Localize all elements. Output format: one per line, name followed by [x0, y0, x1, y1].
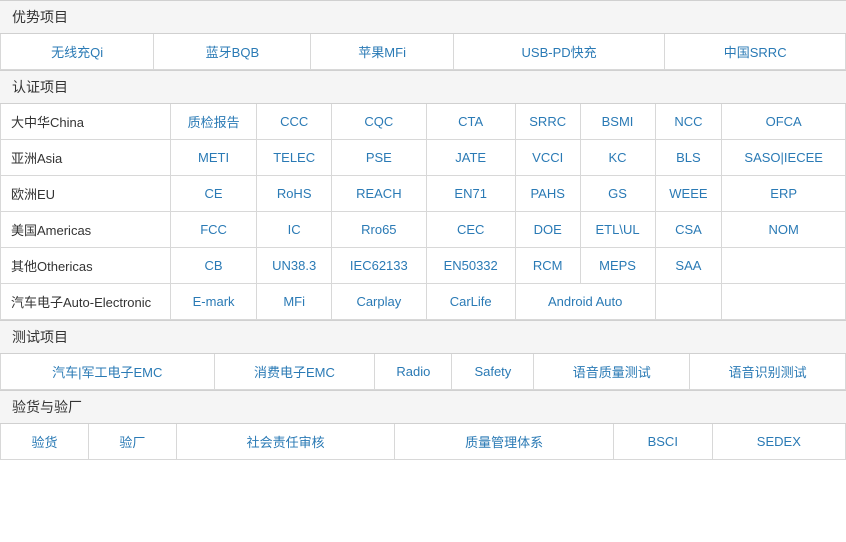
- advantages-section: 优势项目 无线充Qi 蓝牙BQB 苹果MFi USB-PD快充 中国SRRC: [0, 0, 846, 70]
- certification-title: 认证项目: [0, 70, 846, 104]
- cert-item[interactable]: NOM: [722, 212, 846, 248]
- cert-item[interactable]: NCC: [655, 104, 722, 140]
- cert-item[interactable]: PSE: [332, 140, 426, 176]
- cert-item[interactable]: SAA: [655, 248, 722, 284]
- cert-item[interactable]: MEPS: [580, 248, 655, 284]
- cert-item[interactable]: EN50332: [426, 248, 515, 284]
- cert-item[interactable]: CSA: [655, 212, 722, 248]
- cert-item[interactable]: RCM: [515, 248, 580, 284]
- cert-item[interactable]: BSMI: [580, 104, 655, 140]
- cert-item[interactable]: KC: [580, 140, 655, 176]
- cert-row-americas: 美国Americas FCC IC Rro65 CEC DOE ETL\UL C…: [1, 212, 846, 248]
- test-item-3[interactable]: Radio: [375, 354, 452, 390]
- cert-row-auto: 汽车电子Auto-Electronic E-mark MFi Carplay C…: [1, 284, 846, 320]
- cert-item: [655, 284, 722, 320]
- test-item-5[interactable]: 语音质量测试: [534, 354, 690, 390]
- cert-label-auto: 汽车电子Auto-Electronic: [1, 284, 171, 320]
- inspection-item-4[interactable]: 质量管理体系: [395, 424, 614, 460]
- cert-item[interactable]: CCC: [257, 104, 332, 140]
- cert-item[interactable]: E-mark: [171, 284, 257, 320]
- cert-row-china: 大中华China 质检报告 CCC CQC CTA SRRC BSMI NCC …: [1, 104, 846, 140]
- test-item-2[interactable]: 消费电子EMC: [214, 354, 375, 390]
- testing-section: 测试项目 汽车|军工电子EMC 消费电子EMC Radio Safety 语音质…: [0, 320, 846, 390]
- inspection-item-1[interactable]: 验货: [1, 424, 89, 460]
- inspection-item-2[interactable]: 验厂: [88, 424, 176, 460]
- cert-item[interactable]: UN38.3: [257, 248, 332, 284]
- advantage-item-5[interactable]: 中国SRRC: [665, 34, 846, 70]
- cert-item[interactable]: CTA: [426, 104, 515, 140]
- cert-item[interactable]: RoHS: [257, 176, 332, 212]
- cert-item[interactable]: ERP: [722, 176, 846, 212]
- cert-item[interactable]: GS: [580, 176, 655, 212]
- cert-label-others: 其他Othericas: [1, 248, 171, 284]
- cert-label-americas: 美国Americas: [1, 212, 171, 248]
- cert-item[interactable]: SRRC: [515, 104, 580, 140]
- cert-item[interactable]: 质检报告: [171, 104, 257, 140]
- cert-item[interactable]: JATE: [426, 140, 515, 176]
- cert-item[interactable]: SASO|IECEE: [722, 140, 846, 176]
- advantage-item-4[interactable]: USB-PD快充: [453, 34, 664, 70]
- cert-item[interactable]: WEEE: [655, 176, 722, 212]
- cert-item[interactable]: FCC: [171, 212, 257, 248]
- cert-item[interactable]: Android Auto: [515, 284, 655, 320]
- advantages-table: 无线充Qi 蓝牙BQB 苹果MFi USB-PD快充 中国SRRC: [0, 34, 846, 70]
- certification-section: 认证项目 大中华China 质检报告 CCC CQC CTA SRRC BSMI…: [0, 70, 846, 320]
- cert-item[interactable]: MFi: [257, 284, 332, 320]
- cert-row-asia: 亚洲Asia METI TELEC PSE JATE VCCI KC BLS S…: [1, 140, 846, 176]
- inspection-row: 验货 验厂 社会责任审核 质量管理体系 BSCI SEDEX: [1, 424, 846, 460]
- inspection-item-5[interactable]: BSCI: [613, 424, 712, 460]
- inspection-table: 验货 验厂 社会责任审核 质量管理体系 BSCI SEDEX: [0, 424, 846, 460]
- cert-item[interactable]: OFCA: [722, 104, 846, 140]
- cert-item: [722, 284, 846, 320]
- cert-item[interactable]: CB: [171, 248, 257, 284]
- cert-item[interactable]: PAHS: [515, 176, 580, 212]
- cert-label-asia: 亚洲Asia: [1, 140, 171, 176]
- cert-item[interactable]: CEC: [426, 212, 515, 248]
- test-item-6[interactable]: 语音识别测试: [690, 354, 846, 390]
- inspection-section: 验货与验厂 验货 验厂 社会责任审核 质量管理体系 BSCI SEDEX: [0, 390, 846, 460]
- cert-item[interactable]: VCCI: [515, 140, 580, 176]
- advantage-item-1[interactable]: 无线充Qi: [1, 34, 154, 70]
- advantage-item-2[interactable]: 蓝牙BQB: [154, 34, 311, 70]
- cert-item[interactable]: TELEC: [257, 140, 332, 176]
- cert-item[interactable]: REACH: [332, 176, 426, 212]
- cert-item[interactable]: METI: [171, 140, 257, 176]
- cert-item[interactable]: Rro65: [332, 212, 426, 248]
- testing-title: 测试项目: [0, 320, 846, 354]
- inspection-item-3[interactable]: 社会责任审核: [176, 424, 395, 460]
- testing-table: 汽车|军工电子EMC 消费电子EMC Radio Safety 语音质量测试 语…: [0, 354, 846, 390]
- advantage-item-3[interactable]: 苹果MFi: [311, 34, 453, 70]
- inspection-title: 验货与验厂: [0, 390, 846, 424]
- cert-row-eu: 欧洲EU CE RoHS REACH EN71 PAHS GS WEEE ERP: [1, 176, 846, 212]
- cert-label-eu: 欧洲EU: [1, 176, 171, 212]
- test-item-4[interactable]: Safety: [452, 354, 534, 390]
- cert-row-others: 其他Othericas CB UN38.3 IEC62133 EN50332 R…: [1, 248, 846, 284]
- inspection-item-6[interactable]: SEDEX: [712, 424, 845, 460]
- cert-item[interactable]: DOE: [515, 212, 580, 248]
- cert-item[interactable]: CE: [171, 176, 257, 212]
- cert-item: [722, 248, 846, 284]
- cert-item[interactable]: EN71: [426, 176, 515, 212]
- cert-item[interactable]: BLS: [655, 140, 722, 176]
- cert-item[interactable]: IEC62133: [332, 248, 426, 284]
- cert-item[interactable]: ETL\UL: [580, 212, 655, 248]
- test-item-1[interactable]: 汽车|军工电子EMC: [1, 354, 215, 390]
- cert-item[interactable]: CQC: [332, 104, 426, 140]
- testing-row: 汽车|军工电子EMC 消费电子EMC Radio Safety 语音质量测试 语…: [1, 354, 846, 390]
- cert-item[interactable]: Carplay: [332, 284, 426, 320]
- certification-table: 大中华China 质检报告 CCC CQC CTA SRRC BSMI NCC …: [0, 104, 846, 320]
- cert-item[interactable]: CarLife: [426, 284, 515, 320]
- cert-label-china: 大中华China: [1, 104, 171, 140]
- cert-item[interactable]: IC: [257, 212, 332, 248]
- advantages-title: 优势项目: [0, 0, 846, 34]
